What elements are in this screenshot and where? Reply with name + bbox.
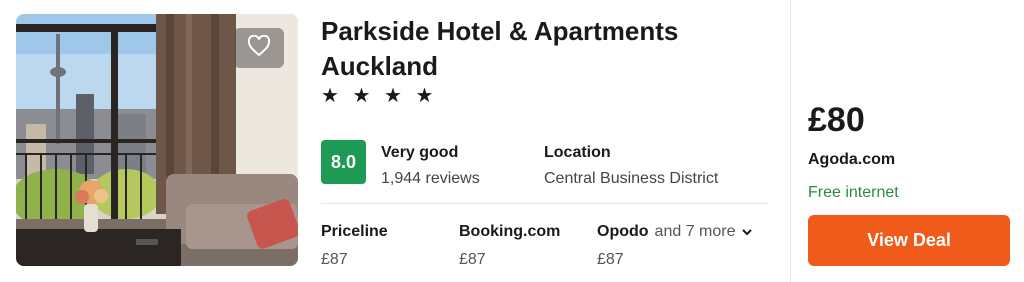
- location-value: Central Business District: [544, 170, 719, 187]
- provider-name: Priceline: [321, 223, 388, 240]
- provider-price: £87: [597, 251, 624, 269]
- location-title: Location: [544, 144, 611, 161]
- provider-booking[interactable]: Booking.com £87: [459, 222, 560, 270]
- provider-price: £87: [459, 251, 486, 268]
- hotel-name[interactable]: Parkside Hotel & Apartments Auckland: [321, 14, 761, 84]
- provider-name: Booking.com: [459, 223, 561, 240]
- heart-outline-icon: [247, 34, 271, 62]
- provider-price: £87: [321, 251, 348, 268]
- deal-price: £80: [808, 101, 865, 139]
- hotel-result-card: Parkside Hotel & Apartments Auckland ★ ★…: [0, 0, 1024, 282]
- star-rating: ★ ★ ★ ★: [321, 85, 438, 107]
- review-count[interactable]: 1,944 reviews: [381, 170, 480, 188]
- review-score-label: Very good: [381, 144, 459, 161]
- deal-site: Agoda.com: [808, 151, 896, 168]
- provider-name: Opodo: [597, 223, 649, 241]
- view-deal-button[interactable]: View Deal: [808, 215, 1010, 266]
- more-providers-link[interactable]: and 7 more: [655, 223, 736, 240]
- provider-priceline[interactable]: Priceline £87: [321, 222, 388, 270]
- provider-opodo[interactable]: Opodo and 7 more £87: [597, 222, 753, 270]
- review-score-badge: 8.0: [321, 140, 366, 184]
- save-favorite-button[interactable]: [234, 28, 284, 68]
- divider: [321, 203, 768, 204]
- column-separator: [790, 0, 791, 282]
- chevron-down-icon[interactable]: [741, 222, 753, 242]
- amenity-free-internet: Free internet: [808, 184, 899, 201]
